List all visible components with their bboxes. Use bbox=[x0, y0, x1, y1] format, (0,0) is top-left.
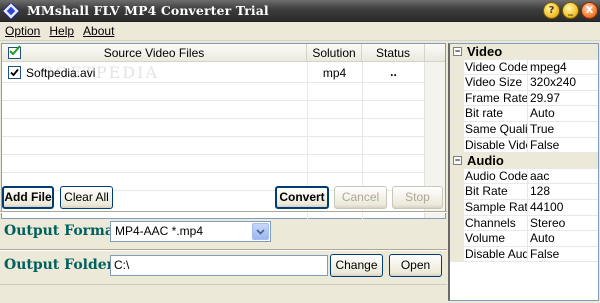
output-format-value: MP4-AAC *.mp4 bbox=[115, 224, 204, 238]
category-audio[interactable]: − Audio bbox=[450, 153, 598, 169]
divider bbox=[0, 211, 447, 213]
column-solution[interactable]: Solution bbox=[307, 44, 362, 62]
property-row[interactable]: Video Size 320x240 bbox=[450, 75, 598, 91]
output-folder-input[interactable]: C:\ bbox=[110, 255, 328, 276]
output-format-select[interactable]: MP4-AAC *.mp4 bbox=[110, 221, 271, 242]
property-row[interactable]: Channels Stereo bbox=[450, 215, 598, 232]
chevron-down-icon[interactable] bbox=[252, 223, 269, 240]
property-row[interactable]: Video Codec mpeg4 bbox=[450, 59, 598, 76]
property-value[interactable]: Auto bbox=[530, 231, 555, 246]
property-name: Bit Rate bbox=[465, 184, 528, 200]
column-status[interactable]: Status bbox=[362, 44, 425, 62]
property-row[interactable]: Sample Rate 44100 bbox=[450, 199, 598, 216]
property-row[interactable]: Audio Codec aac bbox=[450, 168, 598, 185]
category-video[interactable]: − Video bbox=[450, 44, 598, 60]
property-name: Disable Audio bbox=[465, 246, 528, 262]
property-name: Same Quality bbox=[465, 121, 528, 137]
clear-all-button[interactable]: Clear All bbox=[60, 186, 113, 209]
check-icon bbox=[10, 68, 19, 77]
property-value[interactable]: Auto bbox=[530, 106, 555, 121]
property-row[interactable]: Bit rate Auto bbox=[450, 106, 598, 122]
menu-help[interactable]: Help bbox=[49, 24, 74, 38]
property-value[interactable]: mpeg4 bbox=[530, 60, 567, 75]
property-value[interactable]: 128 bbox=[530, 184, 550, 199]
row-status: .. bbox=[390, 65, 397, 79]
column-source[interactable]: Source Video Files bbox=[2, 44, 307, 62]
property-grid[interactable]: − Video Video Codec mpeg4 Video Size 320x2… bbox=[448, 43, 599, 301]
property-value[interactable]: 44100 bbox=[530, 200, 563, 215]
row-checkbox[interactable] bbox=[8, 66, 21, 79]
change-button[interactable]: Change bbox=[330, 254, 383, 277]
cancel-button[interactable]: Cancel bbox=[334, 186, 387, 209]
menu-option[interactable]: Option bbox=[5, 24, 40, 38]
table-row[interactable]: Softpedia.avi mp4 .. bbox=[2, 64, 425, 82]
select-all-checkbox[interactable] bbox=[8, 45, 21, 59]
output-folder-label: Output Folder: bbox=[4, 257, 120, 273]
help-title-button[interactable]: ? bbox=[543, 2, 560, 19]
row-solution: mp4 bbox=[322, 66, 347, 80]
property-row[interactable]: Bit Rate 128 bbox=[450, 184, 598, 200]
column-source-label: Source Video Files bbox=[103, 46, 205, 60]
close-button[interactable]: X bbox=[581, 2, 598, 19]
list-header: Source Video Files Solution Status bbox=[2, 44, 445, 62]
category-label: Video bbox=[467, 44, 503, 59]
collapse-icon[interactable]: − bbox=[453, 47, 462, 56]
property-value[interactable]: True bbox=[530, 122, 554, 137]
category-label: Audio bbox=[467, 153, 504, 169]
property-name: Volume bbox=[465, 231, 528, 247]
status-bar bbox=[0, 284, 447, 303]
app-icon bbox=[3, 3, 19, 19]
main-pane: Source Video Files Solution Status SOFTP… bbox=[0, 41, 447, 303]
property-row[interactable]: Volume Auto bbox=[450, 231, 598, 247]
collapse-icon[interactable]: − bbox=[453, 156, 462, 166]
property-name: Video Codec bbox=[465, 59, 528, 75]
property-row[interactable]: Disable VideoFalse bbox=[450, 137, 598, 154]
property-name: Frame Rate bbox=[465, 90, 528, 106]
output-format-label: Output Format: bbox=[4, 223, 126, 239]
row-file-name: Softpedia.avi bbox=[26, 66, 96, 80]
minimize-button[interactable]: _ bbox=[562, 2, 579, 19]
check-icon bbox=[9, 45, 21, 56]
property-row[interactable]: Frame Rate 29.97 bbox=[450, 90, 598, 107]
property-name: Sample Rate bbox=[465, 199, 528, 215]
property-name: Audio Codec bbox=[465, 168, 528, 184]
stop-button[interactable]: Stop bbox=[392, 186, 443, 209]
property-name: Disable Video bbox=[465, 137, 528, 153]
property-name: Channels bbox=[465, 215, 528, 231]
convert-button[interactable]: Convert bbox=[275, 186, 329, 209]
property-value[interactable]: 29.97 bbox=[530, 91, 560, 106]
property-value[interactable]: False bbox=[530, 247, 559, 262]
title-bar[interactable]: MMshall FLV MP4 Converter Trial ? _ X bbox=[0, 0, 600, 22]
window-title: MMshall FLV MP4 Converter Trial bbox=[27, 3, 269, 18]
property-row[interactable]: Disable AudioFalse bbox=[450, 246, 598, 263]
property-value[interactable]: Stereo bbox=[530, 216, 565, 231]
property-name: Bit rate bbox=[465, 106, 528, 122]
menu-about[interactable]: About bbox=[83, 24, 114, 38]
divider bbox=[0, 249, 447, 251]
property-row[interactable]: Same QualityTrue bbox=[450, 121, 598, 138]
property-value[interactable]: aac bbox=[530, 169, 549, 184]
menu-bar: Option Help About bbox=[0, 22, 600, 41]
property-value[interactable]: False bbox=[530, 138, 559, 153]
add-file-button[interactable]: Add File bbox=[2, 186, 54, 209]
open-button[interactable]: Open bbox=[389, 254, 442, 277]
property-name: Video Size bbox=[465, 75, 528, 91]
property-value[interactable]: 320x240 bbox=[530, 75, 576, 90]
